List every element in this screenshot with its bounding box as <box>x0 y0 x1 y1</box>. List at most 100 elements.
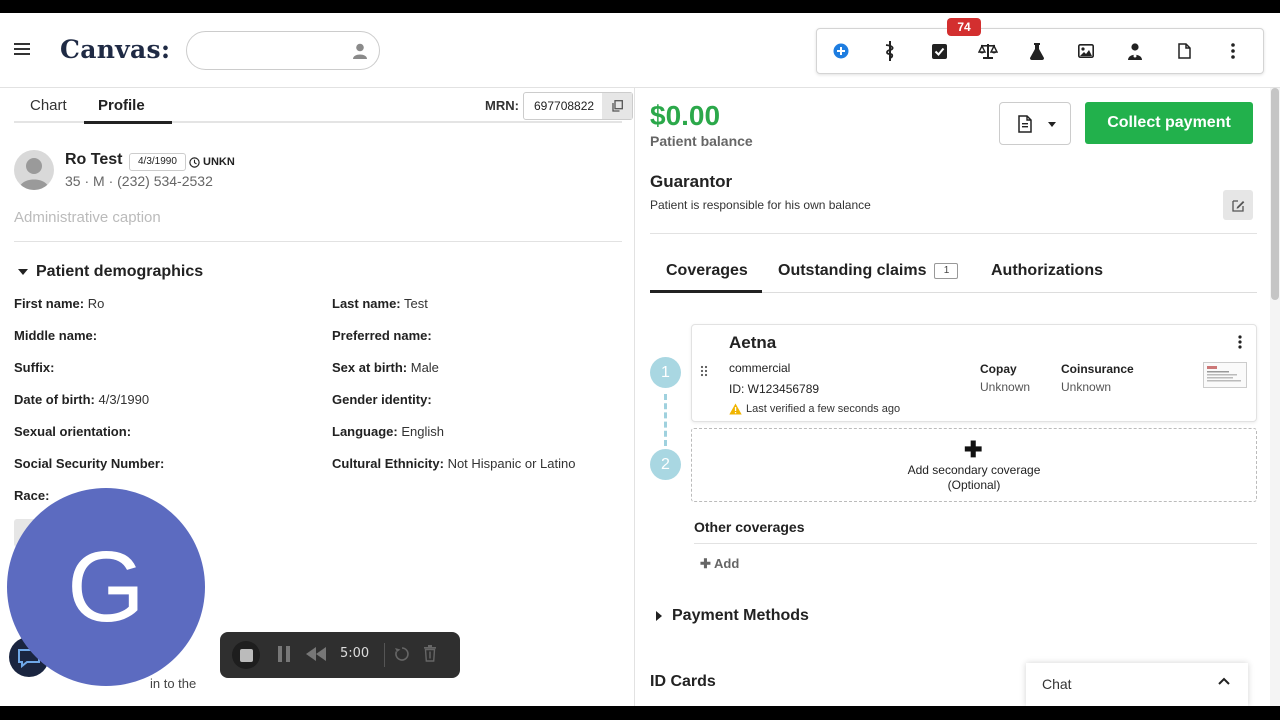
patient-summary: 35 · M · (232) 534-2532 <box>65 173 213 189</box>
recording-control-bar: 5:00 <box>220 632 460 678</box>
plus-icon: ✚ <box>700 556 711 571</box>
coverage-type: commercial <box>729 361 791 375</box>
clock-icon <box>189 156 200 168</box>
divider <box>14 241 622 242</box>
checkbox-task-icon[interactable] <box>929 41 949 61</box>
screen-bottom-bar <box>0 706 1280 720</box>
dob-chip: 4/3/1990 <box>129 153 186 171</box>
restart-icon[interactable] <box>394 646 410 662</box>
add-secondary-coverage-text: Add secondary coverage (Optional) <box>907 463 1041 492</box>
edit-guarantor-button[interactable] <box>1223 190 1253 220</box>
rewind-icon[interactable] <box>306 647 326 661</box>
active-tab-indicator <box>84 121 172 124</box>
image-icon[interactable] <box>1076 41 1096 61</box>
mrn-label: MRN: <box>485 98 519 113</box>
scales-icon[interactable] <box>978 41 998 61</box>
add-secondary-coverage-button[interactable]: ✚ Add secondary coverage (Optional) <box>691 428 1257 502</box>
caret-down-icon <box>1048 122 1056 127</box>
chat-label: Chat <box>1042 676 1072 692</box>
tab-authorizations[interactable]: Authorizations <box>991 262 1103 280</box>
copay-value: Unknown <box>980 380 1031 394</box>
verification-status: Last verified a few seconds ago <box>729 403 900 415</box>
insurer-name: Aetna <box>729 333 777 352</box>
stop-recording-button[interactable] <box>232 641 260 669</box>
plus-icon: ✚ <box>964 437 983 462</box>
copy-icon[interactable] <box>602 93 632 119</box>
demographics-title: Patient demographics <box>36 263 204 280</box>
coverage-step-2: 2 <box>650 449 681 480</box>
patient-search[interactable] <box>186 31 380 70</box>
caret-down-icon <box>18 269 28 275</box>
lab-flask-icon[interactable] <box>1027 41 1047 61</box>
more-vertical-icon[interactable] <box>1238 335 1242 354</box>
coinsurance-label: Coinsurance <box>1061 362 1134 376</box>
search-input[interactable] <box>201 42 341 60</box>
field-first-name: First name: Ro <box>14 296 105 311</box>
statement-dropdown-button[interactable] <box>999 102 1071 145</box>
scrollbar-thumb[interactable] <box>1271 88 1279 300</box>
step-connector <box>664 394 667 446</box>
scrollbar[interactable] <box>1270 88 1280 706</box>
tab-coverages[interactable]: Coverages <box>666 262 748 280</box>
collect-payment-button[interactable]: Collect payment <box>1085 102 1253 144</box>
field-race: Race: <box>14 488 50 503</box>
profile-tabs: Chart Profile MRN: 697708822 <box>14 88 633 124</box>
hamburger-menu-icon[interactable] <box>14 43 30 55</box>
tab-chart[interactable]: Chart <box>30 97 67 114</box>
patient-status: UNKN <box>189 156 235 168</box>
doctor-icon[interactable] <box>1125 41 1145 61</box>
guarantor-text: Patient is responsible for his own balan… <box>650 198 871 212</box>
field-language: Language: English <box>332 424 444 439</box>
presenter-avatar: G <box>7 488 205 686</box>
field-date-of-birth: Date of birth: 4/3/1990 <box>14 392 150 407</box>
add-circle-icon[interactable] <box>831 41 851 61</box>
insurance-tabs: Coverages Outstanding claims 1 Authorizat… <box>650 253 1257 293</box>
recording-timer: 5:00 <box>340 646 370 661</box>
quick-actions-toolbar <box>816 28 1264 74</box>
field-middle-name: Middle name: <box>14 328 98 343</box>
divider <box>650 233 1257 234</box>
patient-balance-label: Patient balance <box>650 133 753 149</box>
coverage-step-1: 1 <box>650 357 681 388</box>
divider <box>384 643 385 667</box>
trash-icon[interactable] <box>423 645 437 662</box>
divider <box>694 543 1257 544</box>
field-last-name: Last name: Test <box>332 296 428 311</box>
insurance-card-thumbnail[interactable] <box>1203 362 1247 388</box>
more-vertical-icon[interactable] <box>1223 41 1243 61</box>
field-sex-at-birth: Sex at birth: Male <box>332 360 439 375</box>
warning-icon <box>729 403 742 415</box>
field-cultural-ethnicity: Cultural Ethnicity: Not Hispanic or Lati… <box>332 456 576 471</box>
caret-right-icon <box>656 611 662 621</box>
add-other-coverage-button[interactable]: ✚ Add <box>700 556 739 572</box>
status-text: UNKN <box>203 156 235 168</box>
document-icon[interactable] <box>1174 41 1194 61</box>
patient-name: Ro Test <box>65 151 123 168</box>
patient-avatar <box>14 150 54 190</box>
medical-caduceus-icon[interactable] <box>880 41 900 61</box>
guarantor-title: Guarantor <box>650 172 733 191</box>
payment-methods-title: Payment Methods <box>672 607 809 624</box>
canvas-logo[interactable]: Canvas: <box>60 35 170 64</box>
chevron-up-icon[interactable] <box>1218 677 1230 685</box>
tab-profile[interactable]: Profile <box>98 97 145 114</box>
field-gender-identity: Gender identity: <box>332 392 432 407</box>
pause-icon[interactable] <box>277 645 291 663</box>
user-icon <box>353 43 367 59</box>
field-suffix: Suffix: <box>14 360 55 375</box>
payment-methods-toggle[interactable]: Payment Methods <box>656 607 809 625</box>
edit-pencil-icon <box>1231 199 1244 212</box>
chat-widget[interactable]: Chat <box>1026 663 1248 706</box>
field-sexual-orientation: Sexual orientation: <box>14 424 132 439</box>
mrn-value: 697708822 <box>534 99 595 113</box>
demographics-toggle[interactable]: Patient demographics <box>18 263 203 281</box>
drag-handle-icon[interactable] <box>700 364 708 380</box>
id-cards-title: ID Cards <box>650 673 716 690</box>
billing-pane: $0.00 Patient balance Collect payment Gu… <box>636 88 1270 706</box>
tab-outstanding-claims[interactable]: Outstanding claims 1 <box>778 262 959 280</box>
administrative-caption[interactable]: Administrative caption <box>14 209 161 226</box>
partial-text: in to the <box>150 676 197 691</box>
primary-coverage-card[interactable]: Aetna commercial ID: W123456789 Last ver… <box>691 324 1257 422</box>
active-tab-indicator <box>650 290 762 293</box>
notification-badge[interactable]: 74 <box>947 18 981 36</box>
